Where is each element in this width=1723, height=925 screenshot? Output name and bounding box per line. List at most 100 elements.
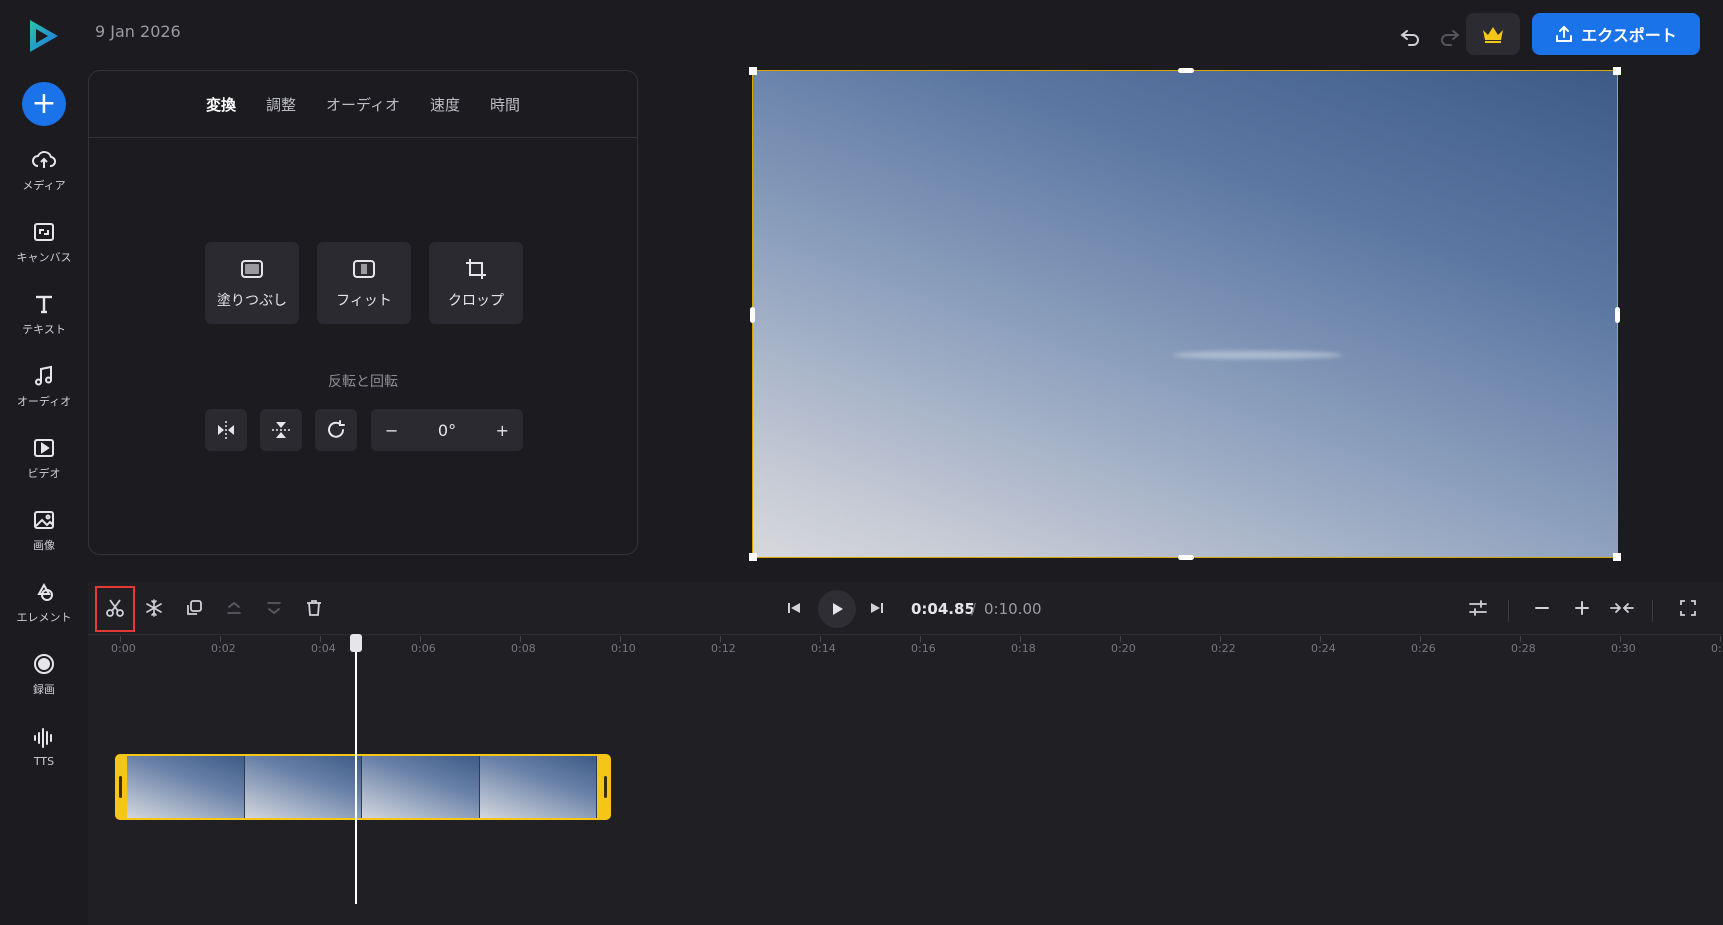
sidebar-item-image[interactable]: 画像 [0, 498, 88, 562]
sidebar-item-record[interactable]: 録画 [0, 642, 88, 706]
video-preview-canvas[interactable] [749, 67, 1621, 561]
fit-timeline-button[interactable] [1606, 592, 1638, 624]
minus-icon [1535, 607, 1549, 609]
fill-label: 塗りつぶし [216, 293, 288, 309]
fill-button[interactable]: 塗りつぶし [205, 242, 299, 324]
sidebar-item-elements[interactable]: エレメント [0, 570, 88, 634]
fullscreen-button[interactable] [1672, 592, 1704, 624]
total-duration: 0:10.00 [984, 600, 1042, 618]
fill-icon [241, 260, 263, 278]
sidebar-item-label: キャンバス [16, 251, 72, 264]
skip-forward-icon [871, 603, 883, 613]
resize-handle-bottom-left[interactable] [749, 553, 757, 561]
image-icon [34, 511, 54, 529]
tab-adjust[interactable]: 調整 [266, 94, 296, 115]
sidebar-item-label: 画像 [33, 539, 55, 552]
zoom-out-button[interactable] [1526, 592, 1558, 624]
ruler-label: 0:12 [711, 642, 736, 655]
sidebar-item-text[interactable]: テキスト [0, 282, 88, 346]
toolbar-divider [1508, 600, 1509, 622]
sidebar-item-media[interactable]: メディア [0, 138, 88, 202]
scissors-icon [106, 599, 124, 617]
properties-panel: 変換 調整 オーディオ 速度 時間 塗りつぶし フィット クロップ 反転と回転 … [88, 70, 638, 555]
sidebar-item-audio[interactable]: オーディオ [0, 354, 88, 418]
resize-handle-right[interactable] [1615, 307, 1620, 323]
flip-horizontal-button[interactable] [205, 409, 247, 451]
preview-image-detail [1173, 351, 1343, 359]
clip-trim-handle-left[interactable] [119, 776, 122, 798]
sidebar-item-canvas[interactable]: キャンバス [0, 210, 88, 274]
timeline-ruler[interactable]: 0:00 0:02 0:04 0:06 0:08 0:10 0:12 0:14 0:16 0:18… [88, 636, 1723, 660]
crop-icon [466, 259, 486, 279]
snowflake-icon [146, 599, 162, 617]
split-button[interactable] [99, 592, 131, 624]
music-icon [35, 365, 52, 386]
zoom-in-button[interactable] [1566, 592, 1598, 624]
plus-icon: + [31, 86, 57, 121]
ruler-label: 0:02 [211, 642, 236, 655]
resize-handle-bottom[interactable] [1178, 555, 1194, 560]
resize-handle-left[interactable] [750, 307, 755, 323]
rotate-button[interactable] [315, 409, 357, 451]
ruler-label: 0:14 [811, 642, 836, 655]
tab-time[interactable]: 時間 [490, 94, 520, 115]
video-clip[interactable] [115, 754, 611, 820]
move-down-button[interactable] [258, 592, 290, 624]
undo-icon[interactable] [1392, 18, 1428, 54]
premium-crown-button[interactable] [1466, 13, 1520, 55]
resize-handle-top[interactable] [1178, 68, 1194, 73]
rotation-angle-stepper[interactable]: − 0° + [371, 409, 523, 451]
playhead-line[interactable] [355, 636, 357, 904]
fit-button[interactable]: フィット [317, 242, 411, 324]
ruler-label: 0:22 [1211, 642, 1236, 655]
clip-thumbnails [127, 756, 597, 818]
angle-value[interactable]: 0° [438, 421, 456, 440]
freeze-frame-button[interactable] [138, 592, 170, 624]
crown-icon [1483, 27, 1503, 43]
skip-back-button[interactable] [778, 592, 810, 624]
sidebar-item-tts[interactable]: TTS [0, 714, 88, 778]
delete-button[interactable] [298, 592, 330, 624]
resize-handle-top-left[interactable] [749, 67, 757, 75]
resize-handle-top-right[interactable] [1613, 67, 1621, 75]
flip-vertical-button[interactable] [260, 409, 302, 451]
redo-icon[interactable] [1432, 18, 1468, 54]
angle-decrease-button[interactable]: − [385, 421, 398, 440]
add-media-button[interactable]: + [22, 82, 66, 126]
duplicate-button[interactable] [178, 592, 210, 624]
skip-forward-button[interactable] [861, 592, 893, 624]
panel-tabs: 変換 調整 オーディオ 速度 時間 [89, 71, 637, 138]
play-button[interactable] [818, 590, 856, 628]
tab-speed[interactable]: 速度 [430, 94, 460, 115]
sidebar-item-label: 録画 [33, 683, 55, 696]
ruler-label: 0:26 [1411, 642, 1436, 655]
ruler-label: 0:20 [1111, 642, 1136, 655]
clip-trim-handle-right[interactable] [604, 776, 607, 798]
playhead-handle[interactable] [350, 634, 362, 652]
sidebar-item-label: ビデオ [27, 467, 61, 480]
clip-thumbnail [362, 756, 480, 818]
tab-transform[interactable]: 変換 [206, 94, 236, 115]
resize-handle-bottom-right[interactable] [1613, 553, 1621, 561]
upload-cloud-icon [32, 151, 57, 168]
sidebar-item-video[interactable]: ビデオ [0, 426, 88, 490]
skip-back-icon [788, 603, 800, 613]
timeline-settings-button[interactable] [1462, 592, 1494, 624]
tab-audio[interactable]: オーディオ [326, 94, 400, 115]
angle-increase-button[interactable]: + [496, 421, 509, 440]
plus-icon [1575, 601, 1589, 615]
clip-thumbnail [479, 756, 597, 818]
sidebar-item-label: テキスト [22, 323, 66, 336]
upload-icon [1556, 25, 1573, 42]
flip-rotate-title: 反転と回転 [328, 374, 398, 390]
move-up-button[interactable] [218, 592, 250, 624]
trash-icon [307, 600, 321, 616]
fit-label: フィット [336, 293, 392, 309]
crop-button[interactable]: クロップ [429, 242, 523, 324]
app-logo-icon[interactable] [24, 16, 64, 56]
fullscreen-icon [1680, 600, 1696, 616]
ruler-label: 0:30 [1611, 642, 1636, 655]
video-icon [34, 439, 54, 457]
time-separator: / [971, 600, 977, 618]
export-button[interactable]: エクスポート [1532, 13, 1700, 55]
